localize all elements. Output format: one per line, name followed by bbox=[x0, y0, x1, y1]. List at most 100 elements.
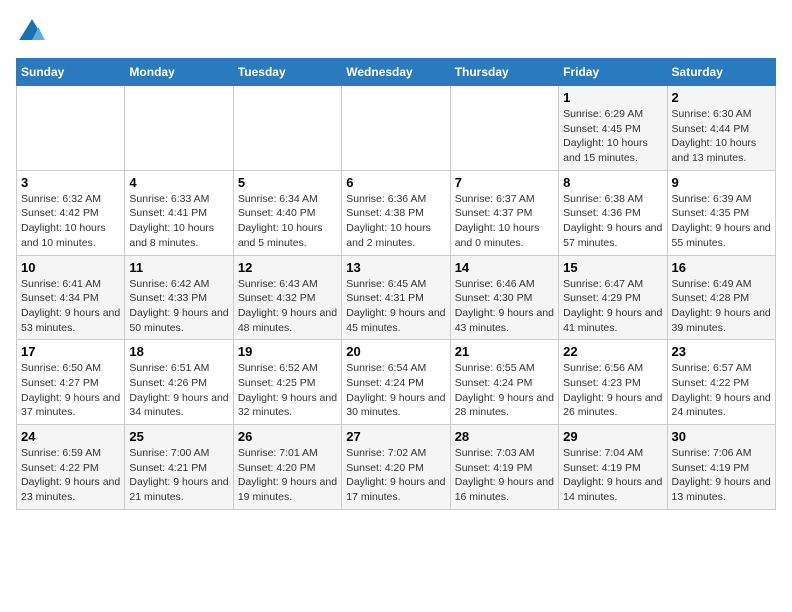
day-info: Sunrise: 6:34 AM Sunset: 4:40 PM Dayligh… bbox=[238, 192, 337, 251]
day-number: 13 bbox=[346, 260, 445, 275]
day-number: 27 bbox=[346, 429, 445, 444]
calendar-cell: 20 Sunrise: 6:54 AM Sunset: 4:24 PM Dayli… bbox=[342, 340, 450, 425]
calendar-cell bbox=[17, 86, 125, 171]
day-info: Sunrise: 6:32 AM Sunset: 4:42 PM Dayligh… bbox=[21, 192, 120, 251]
day-info: Sunrise: 6:47 AM Sunset: 4:29 PM Dayligh… bbox=[563, 277, 662, 336]
day-info: Sunrise: 6:38 AM Sunset: 4:36 PM Dayligh… bbox=[563, 192, 662, 251]
calendar-header-wednesday: Wednesday bbox=[342, 59, 450, 86]
day-number: 23 bbox=[672, 344, 771, 359]
day-number: 2 bbox=[672, 90, 771, 105]
calendar-cell: 2 Sunrise: 6:30 AM Sunset: 4:44 PM Daylig… bbox=[667, 86, 775, 171]
day-info: Sunrise: 6:59 AM Sunset: 4:22 PM Dayligh… bbox=[21, 446, 120, 505]
day-number: 11 bbox=[129, 260, 228, 275]
day-number: 6 bbox=[346, 175, 445, 190]
calendar-cell: 12 Sunrise: 6:43 AM Sunset: 4:32 PM Dayli… bbox=[233, 255, 341, 340]
day-number: 21 bbox=[455, 344, 554, 359]
day-number: 15 bbox=[563, 260, 662, 275]
calendar-week-row: 1Sunrise: 6:29 AM Sunset: 4:45 PM Daylig… bbox=[17, 86, 776, 171]
calendar-cell: 18 Sunrise: 6:51 AM Sunset: 4:26 PM Dayli… bbox=[125, 340, 233, 425]
calendar-header-thursday: Thursday bbox=[450, 59, 558, 86]
calendar-header-monday: Monday bbox=[125, 59, 233, 86]
calendar-header-tuesday: Tuesday bbox=[233, 59, 341, 86]
day-info: Sunrise: 7:03 AM Sunset: 4:19 PM Dayligh… bbox=[455, 446, 554, 505]
day-info: Sunrise: 7:06 AM Sunset: 4:19 PM Dayligh… bbox=[672, 446, 771, 505]
day-number: 1 bbox=[563, 90, 662, 105]
day-info: Sunrise: 6:45 AM Sunset: 4:31 PM Dayligh… bbox=[346, 277, 445, 336]
day-info: Sunrise: 6:54 AM Sunset: 4:24 PM Dayligh… bbox=[346, 361, 445, 420]
day-info: Sunrise: 6:37 AM Sunset: 4:37 PM Dayligh… bbox=[455, 192, 554, 251]
day-info: Sunrise: 7:02 AM Sunset: 4:20 PM Dayligh… bbox=[346, 446, 445, 505]
calendar-cell: 25Sunrise: 7:00 AM Sunset: 4:21 PM Dayli… bbox=[125, 425, 233, 510]
day-number: 22 bbox=[563, 344, 662, 359]
calendar-cell: 28 Sunrise: 7:03 AM Sunset: 4:19 PM Dayli… bbox=[450, 425, 558, 510]
calendar-cell: 3 Sunrise: 6:32 AM Sunset: 4:42 PM Daylig… bbox=[17, 170, 125, 255]
calendar-cell: 6 Sunrise: 6:36 AM Sunset: 4:38 PM Daylig… bbox=[342, 170, 450, 255]
day-number: 24 bbox=[21, 429, 120, 444]
day-number: 20 bbox=[346, 344, 445, 359]
day-info: Sunrise: 7:04 AM Sunset: 4:19 PM Dayligh… bbox=[563, 446, 662, 505]
day-number: 3 bbox=[21, 175, 120, 190]
day-info: Sunrise: 6:51 AM Sunset: 4:26 PM Dayligh… bbox=[129, 361, 228, 420]
calendar-cell: 10 Sunrise: 6:41 AM Sunset: 4:34 PM Dayli… bbox=[17, 255, 125, 340]
day-number: 5 bbox=[238, 175, 337, 190]
calendar-week-row: 3 Sunrise: 6:32 AM Sunset: 4:42 PM Daylig… bbox=[17, 170, 776, 255]
day-info: Sunrise: 6:50 AM Sunset: 4:27 PM Dayligh… bbox=[21, 361, 120, 420]
calendar-cell: 24 Sunrise: 6:59 AM Sunset: 4:22 PM Dayli… bbox=[17, 425, 125, 510]
calendar-cell: 4Sunrise: 6:33 AM Sunset: 4:41 PM Daylig… bbox=[125, 170, 233, 255]
calendar-cell: 13 Sunrise: 6:45 AM Sunset: 4:31 PM Dayli… bbox=[342, 255, 450, 340]
calendar-cell: 7 Sunrise: 6:37 AM Sunset: 4:37 PM Daylig… bbox=[450, 170, 558, 255]
calendar-cell: 1Sunrise: 6:29 AM Sunset: 4:45 PM Daylig… bbox=[559, 86, 667, 171]
calendar-cell: 8 Sunrise: 6:38 AM Sunset: 4:36 PM Daylig… bbox=[559, 170, 667, 255]
calendar-cell: 5 Sunrise: 6:34 AM Sunset: 4:40 PM Daylig… bbox=[233, 170, 341, 255]
day-number: 10 bbox=[21, 260, 120, 275]
day-number: 25 bbox=[129, 429, 228, 444]
calendar-cell: 14Sunrise: 6:46 AM Sunset: 4:30 PM Dayli… bbox=[450, 255, 558, 340]
calendar-cell: 29 Sunrise: 7:04 AM Sunset: 4:19 PM Dayli… bbox=[559, 425, 667, 510]
calendar-cell: 22 Sunrise: 6:56 AM Sunset: 4:23 PM Dayli… bbox=[559, 340, 667, 425]
calendar-cell: 11Sunrise: 6:42 AM Sunset: 4:33 PM Dayli… bbox=[125, 255, 233, 340]
calendar-week-row: 17Sunrise: 6:50 AM Sunset: 4:27 PM Dayli… bbox=[17, 340, 776, 425]
day-info: Sunrise: 6:46 AM Sunset: 4:30 PM Dayligh… bbox=[455, 277, 554, 336]
calendar-cell bbox=[450, 86, 558, 171]
day-info: Sunrise: 6:57 AM Sunset: 4:22 PM Dayligh… bbox=[672, 361, 771, 420]
day-number: 8 bbox=[563, 175, 662, 190]
day-number: 29 bbox=[563, 429, 662, 444]
day-info: Sunrise: 6:39 AM Sunset: 4:35 PM Dayligh… bbox=[672, 192, 771, 251]
calendar-cell: 15 Sunrise: 6:47 AM Sunset: 4:29 PM Dayli… bbox=[559, 255, 667, 340]
calendar-cell: 23 Sunrise: 6:57 AM Sunset: 4:22 PM Dayli… bbox=[667, 340, 775, 425]
day-number: 16 bbox=[672, 260, 771, 275]
day-info: Sunrise: 6:41 AM Sunset: 4:34 PM Dayligh… bbox=[21, 277, 120, 336]
day-number: 4 bbox=[129, 175, 228, 190]
day-number: 18 bbox=[129, 344, 228, 359]
calendar-cell bbox=[342, 86, 450, 171]
day-info: Sunrise: 6:56 AM Sunset: 4:23 PM Dayligh… bbox=[563, 361, 662, 420]
calendar-week-row: 24 Sunrise: 6:59 AM Sunset: 4:22 PM Dayli… bbox=[17, 425, 776, 510]
calendar-cell: 9 Sunrise: 6:39 AM Sunset: 4:35 PM Daylig… bbox=[667, 170, 775, 255]
page-header bbox=[16, 16, 776, 48]
day-number: 7 bbox=[455, 175, 554, 190]
day-info: Sunrise: 6:43 AM Sunset: 4:32 PM Dayligh… bbox=[238, 277, 337, 336]
calendar-header-friday: Friday bbox=[559, 59, 667, 86]
logo bbox=[16, 16, 52, 48]
day-number: 9 bbox=[672, 175, 771, 190]
day-info: Sunrise: 6:49 AM Sunset: 4:28 PM Dayligh… bbox=[672, 277, 771, 336]
calendar-cell: 21 Sunrise: 6:55 AM Sunset: 4:24 PM Dayli… bbox=[450, 340, 558, 425]
day-info: Sunrise: 7:01 AM Sunset: 4:20 PM Dayligh… bbox=[238, 446, 337, 505]
day-number: 30 bbox=[672, 429, 771, 444]
day-number: 19 bbox=[238, 344, 337, 359]
calendar-cell bbox=[125, 86, 233, 171]
day-info: Sunrise: 6:36 AM Sunset: 4:38 PM Dayligh… bbox=[346, 192, 445, 251]
calendar-cell: 17Sunrise: 6:50 AM Sunset: 4:27 PM Dayli… bbox=[17, 340, 125, 425]
calendar-cell bbox=[233, 86, 341, 171]
day-number: 28 bbox=[455, 429, 554, 444]
calendar-cell: 30 Sunrise: 7:06 AM Sunset: 4:19 PM Dayli… bbox=[667, 425, 775, 510]
calendar-header-row: SundayMondayTuesdayWednesdayThursdayFrid… bbox=[17, 59, 776, 86]
day-number: 12 bbox=[238, 260, 337, 275]
calendar-header-sunday: Sunday bbox=[17, 59, 125, 86]
calendar-week-row: 10 Sunrise: 6:41 AM Sunset: 4:34 PM Dayli… bbox=[17, 255, 776, 340]
day-info: Sunrise: 6:52 AM Sunset: 4:25 PM Dayligh… bbox=[238, 361, 337, 420]
day-info: Sunrise: 6:30 AM Sunset: 4:44 PM Dayligh… bbox=[672, 107, 771, 166]
calendar-cell: 16 Sunrise: 6:49 AM Sunset: 4:28 PM Dayli… bbox=[667, 255, 775, 340]
calendar-table: SundayMondayTuesdayWednesdayThursdayFrid… bbox=[16, 58, 776, 510]
day-info: Sunrise: 6:55 AM Sunset: 4:24 PM Dayligh… bbox=[455, 361, 554, 420]
